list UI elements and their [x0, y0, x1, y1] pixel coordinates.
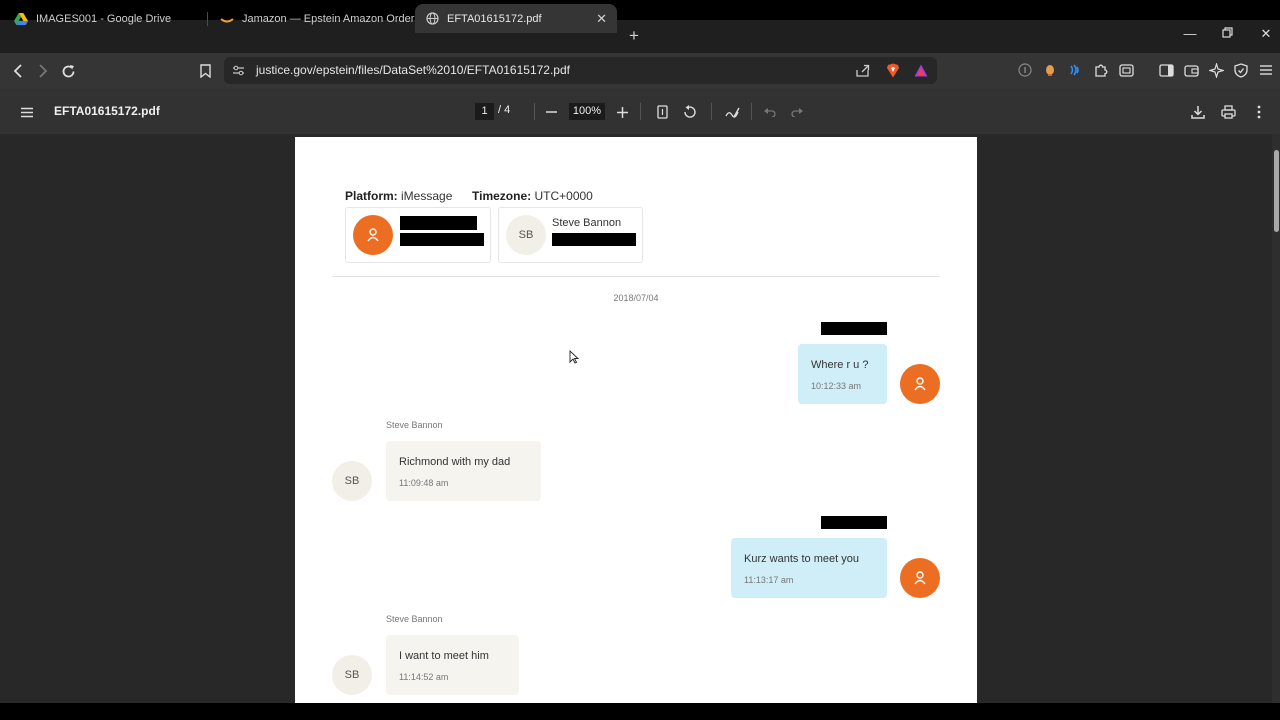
url-text[interactable]: justice.gov/epstein/files/DataSet%2010/E…: [256, 63, 570, 77]
platform-field: Platform: iMessage: [345, 189, 452, 203]
annotate-icon[interactable]: [723, 103, 741, 121]
sender-redaction: [821, 322, 887, 335]
avatar: SB: [506, 215, 546, 255]
screenshot-icon[interactable]: [1118, 62, 1134, 78]
avatar: SB: [332, 655, 372, 695]
message-text: Where r u ?: [811, 359, 869, 371]
redaction-block: [400, 216, 477, 230]
bookmark-icon[interactable]: [195, 61, 215, 81]
restore-icon[interactable]: [1219, 26, 1235, 41]
toolbar-divider: [711, 103, 712, 120]
print-icon[interactable]: [1219, 103, 1237, 121]
conversation-date: 2018/07/04: [613, 293, 659, 303]
pdf-page: Platform: iMessage Timezone: UTC+0000 SB…: [295, 137, 977, 703]
page-total: / 4: [498, 104, 511, 116]
zoom-out-icon[interactable]: [542, 103, 560, 121]
participant-card-owner: [345, 207, 491, 263]
close-window-icon[interactable]: ✕: [1258, 26, 1274, 42]
download-icon[interactable]: [1189, 103, 1207, 121]
zoom-in-icon[interactable]: [613, 103, 631, 121]
menu-icon[interactable]: [1258, 62, 1274, 78]
globe-icon: [425, 12, 439, 26]
vpn-shield-icon[interactable]: [1233, 62, 1249, 78]
audio-wave-icon[interactable]: [1067, 62, 1083, 78]
message-time: 11:14:52 am: [399, 672, 449, 682]
toolbar-divider: [640, 103, 641, 120]
more-options-icon[interactable]: [1250, 103, 1268, 121]
message-bubble-outgoing: Where r u ? 10:12:33 am: [798, 344, 887, 404]
close-icon[interactable]: ✕: [596, 11, 607, 27]
page-number-input[interactable]: 1: [475, 103, 494, 120]
sidebar-toggle-icon[interactable]: [1158, 62, 1174, 78]
leo-ai-icon[interactable]: [1208, 62, 1224, 78]
timezone-value: UTC+0000: [534, 189, 593, 203]
divider: [332, 276, 940, 277]
undo-icon[interactable]: [761, 103, 779, 121]
message-time: 11:09:48 am: [399, 478, 449, 488]
message-bubble-outgoing: Kurz wants to meet you 11:13:17 am: [731, 538, 887, 598]
redo-icon[interactable]: [788, 103, 806, 121]
message-sender: Steve Bannon: [386, 614, 443, 624]
timezone-field: Timezone: UTC+0000: [472, 189, 593, 203]
screen-bottom-border: [0, 703, 1280, 720]
message-text: Richmond with my dad: [399, 456, 511, 468]
pdf-menu-icon[interactable]: [18, 103, 36, 121]
message-text: Kurz wants to meet you: [744, 553, 859, 565]
extension-info-icon[interactable]: [1017, 62, 1033, 78]
user-avatar-icon: [900, 558, 940, 598]
zoom-level-input[interactable]: 100%: [569, 103, 605, 120]
tab-google-drive[interactable]: IMAGES001 - Google Drive: [4, 4, 204, 33]
user-avatar-icon: [353, 215, 393, 255]
reload-icon[interactable]: [58, 61, 78, 81]
toolbar-divider: [751, 103, 752, 120]
extension-bulb-icon[interactable]: [1042, 62, 1058, 78]
platform-label: Platform:: [345, 189, 398, 203]
tab-title: IMAGES001 - Google Drive: [36, 12, 172, 25]
message-text: I want to meet him: [399, 650, 489, 662]
amazon-icon: [220, 12, 234, 26]
message-time: 11:13:17 am: [744, 575, 794, 585]
tab-separator: [207, 12, 208, 26]
forward-icon[interactable]: [33, 61, 53, 81]
site-settings-icon[interactable]: [230, 62, 246, 78]
timezone-label: Timezone:: [472, 189, 532, 203]
share-icon[interactable]: [855, 62, 871, 78]
tab-title: Jamazon — Epstein Amazon Orders: [242, 12, 420, 25]
minimize-icon[interactable]: —: [1182, 26, 1198, 41]
message-time: 10:12:33 am: [811, 381, 862, 391]
tab-title: EFTA01615172.pdf: [447, 12, 542, 25]
user-avatar-icon: [900, 364, 940, 404]
message-sender: Steve Bannon: [386, 420, 443, 430]
message-bubble-incoming: I want to meet him 11:14:52 am: [386, 635, 519, 695]
platform-value: iMessage: [401, 189, 453, 203]
google-drive-icon: [14, 12, 28, 26]
extensions-puzzle-icon[interactable]: [1093, 62, 1109, 78]
back-icon[interactable]: [8, 61, 28, 81]
sender-redaction: [821, 516, 887, 529]
new-tab-button[interactable]: +: [625, 26, 643, 46]
avatar: SB: [332, 461, 372, 501]
redaction-block: [400, 233, 484, 246]
redaction-block: [552, 233, 636, 246]
scrollbar-thumb[interactable]: [1274, 150, 1279, 232]
brave-rewards-icon[interactable]: [913, 62, 929, 78]
participant-name: Steve Bannon: [552, 217, 622, 229]
message-bubble-incoming: Richmond with my dad 11:09:48 am: [386, 441, 541, 501]
tab-pdf[interactable]: EFTA01615172.pdf ✕: [415, 4, 617, 33]
fit-page-icon[interactable]: [653, 103, 671, 121]
rotate-icon[interactable]: [680, 103, 698, 121]
pdf-title: EFTA01615172.pdf: [54, 104, 160, 118]
toolbar-divider: [534, 103, 535, 120]
mouse-cursor-icon: [569, 350, 579, 364]
participant-card-bannon: SB Steve Bannon: [498, 207, 643, 263]
brave-shield-icon[interactable]: [885, 62, 901, 78]
tab-jamazon[interactable]: Jamazon — Epstein Amazon Orders: [210, 4, 420, 33]
wallet-icon[interactable]: [1183, 62, 1199, 78]
